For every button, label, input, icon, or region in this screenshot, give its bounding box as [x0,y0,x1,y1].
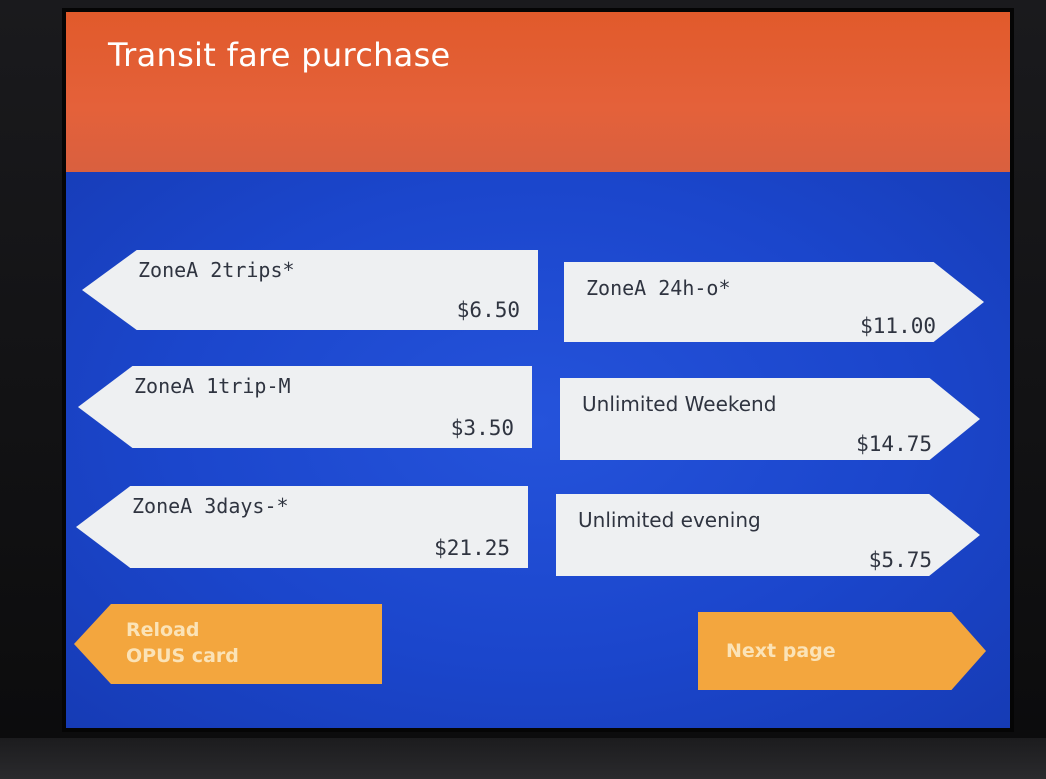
fare-price: $6.50 [456,298,520,322]
fare-button-zonea-3days[interactable]: ZoneA 3days-* $21.25 [76,486,528,568]
fare-name: Unlimited evening [578,508,761,532]
kiosk-lower-frame [0,738,1046,779]
page-title: Transit fare purchase [108,36,451,74]
fare-price: $14.75 [856,432,932,456]
fare-name: ZoneA 3days-* [132,494,289,518]
fare-price: $5.75 [868,548,932,572]
reload-opus-card-button[interactable]: Reload OPUS card [74,604,382,684]
fare-button-unlimited-weekend[interactable]: Unlimited Weekend $14.75 [560,378,980,460]
fare-name: Unlimited Weekend [582,392,777,416]
fare-button-unlimited-evening[interactable]: Unlimited evening $5.75 [556,494,980,576]
reload-label-line1: Reload [126,619,200,641]
fare-name: ZoneA 1trip-M [134,374,291,398]
fare-price: $21.25 [434,536,510,560]
reload-label-line2: OPUS card [126,645,239,667]
next-page-label: Next page [726,640,836,662]
header-bar: Transit fare purchase [66,12,1010,172]
fare-button-zonea-2trips[interactable]: ZoneA 2trips* $6.50 [82,250,538,330]
fare-price: $3.50 [450,416,514,440]
fare-button-zonea-1trip[interactable]: ZoneA 1trip-M $3.50 [78,366,532,448]
fare-name: ZoneA 24h-o* [586,276,731,300]
kiosk-screen: Transit fare purchase ZoneA 2trips* $6.5… [66,12,1010,728]
fare-price: $11.00 [860,314,936,338]
next-page-button[interactable]: Next page [698,612,986,690]
fare-name: ZoneA 2trips* [138,258,295,282]
fare-button-zonea-24h[interactable]: ZoneA 24h-o* $11.00 [564,262,984,342]
